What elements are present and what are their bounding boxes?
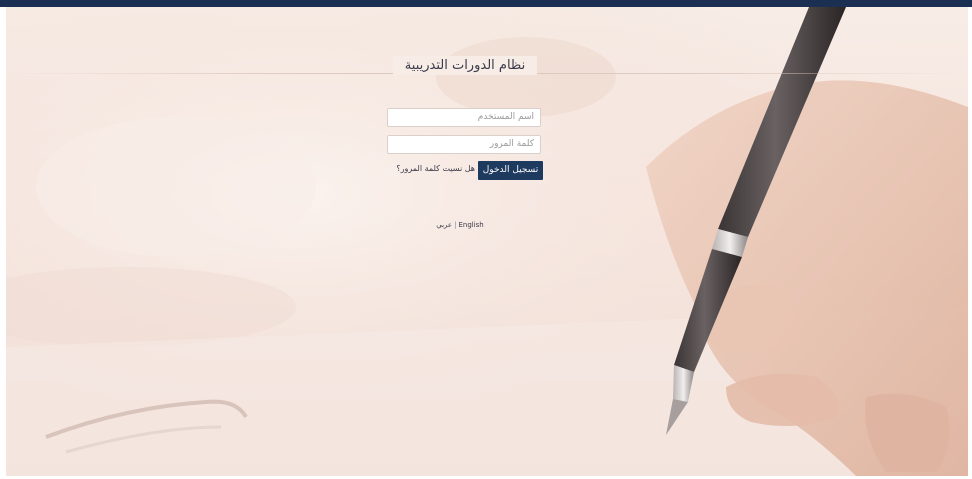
- login-button[interactable]: تسجيل الدخول: [478, 161, 543, 180]
- background-photo: [6, 7, 968, 476]
- password-input[interactable]: كلمة المرور: [387, 135, 541, 154]
- page-title-text: نظام الدورات التدريبية: [392, 56, 538, 75]
- forgot-password-link[interactable]: هل نسيت كلمة المرور؟: [385, 164, 475, 173]
- login-page: نظام الدورات التدريبية اسم المستخدم كلمة…: [0, 0, 972, 479]
- language-arabic-link[interactable]: عربي: [436, 221, 452, 229]
- language-switch: عربي | English: [430, 221, 490, 229]
- language-english-link[interactable]: English: [458, 221, 483, 229]
- top-bar: [0, 0, 972, 7]
- page-title: نظام الدورات التدريبية: [0, 56, 930, 75]
- username-input[interactable]: اسم المستخدم: [387, 108, 541, 127]
- hand-writing-with-pen-photo: [6, 7, 968, 476]
